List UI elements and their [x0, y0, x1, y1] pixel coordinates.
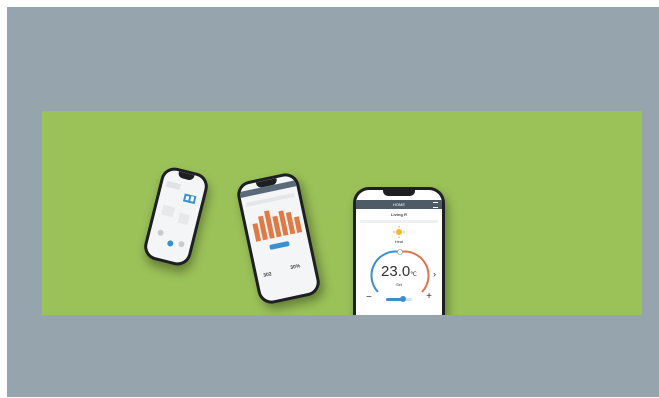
phone-mockup-thermostat: 9:41 HOME Living R Heat 23.0℃ Set − +: [353, 187, 445, 315]
slider-handle[interactable]: [400, 296, 406, 302]
mode-label: Heat: [394, 239, 404, 244]
phone-mockup-energy: 302 30%: [234, 170, 323, 307]
schedule-illustration: [157, 180, 197, 248]
frame-background: 302 30% 9:41 HOME Living R Heat 23.0℃ Se…: [7, 7, 659, 397]
phone-screen: 9:41 HOME Living R Heat 23.0℃ Set − +: [356, 190, 442, 315]
app-header-bar: HOME: [356, 200, 442, 209]
status-time: 9:41: [361, 192, 369, 197]
decrease-button[interactable]: −: [366, 293, 372, 303]
temperature-value: 23.0: [381, 263, 411, 280]
usage-value-right: 30%: [289, 263, 301, 272]
sun-icon: [393, 226, 405, 238]
setpoint-label: Set: [395, 282, 402, 287]
device-info-row: [360, 220, 438, 223]
temperature-readout: 23.0℃: [356, 264, 442, 283]
fan-speed-slider[interactable]: [386, 296, 412, 302]
phone-screen: 302 30%: [238, 174, 319, 303]
hero-banner: 302 30% 9:41 HOME Living R Heat 23.0℃ Se…: [42, 111, 642, 315]
room-name: Living R: [391, 212, 407, 217]
next-room-chevron-icon[interactable]: ›: [433, 269, 436, 279]
menu-icon[interactable]: [433, 202, 438, 208]
increase-button[interactable]: +: [426, 292, 432, 302]
temperature-unit: ℃: [410, 272, 417, 278]
phone-mockup-schedule: [141, 164, 211, 269]
phone-screen: [144, 168, 208, 265]
detail-button[interactable]: [269, 240, 290, 250]
energy-bar-chart: [250, 203, 303, 242]
usage-value-left: 302: [262, 271, 273, 279]
chart-bar: [293, 215, 303, 233]
header-title: HOME: [393, 202, 405, 207]
